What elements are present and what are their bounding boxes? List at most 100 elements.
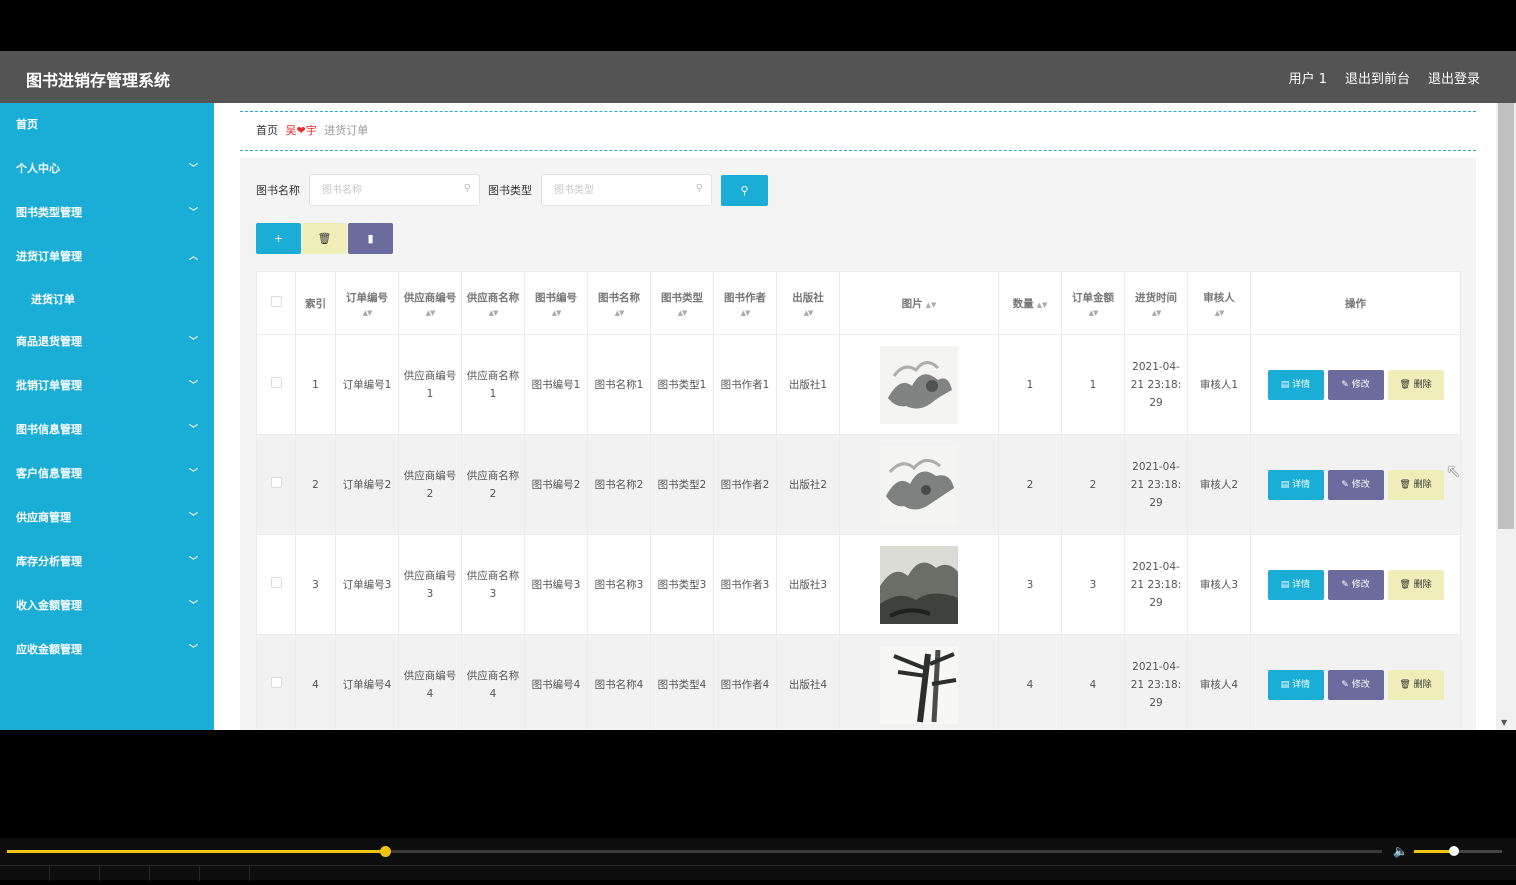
sidebar-item[interactable]: 个人中心 ﹀	[0, 147, 214, 191]
select-all-cell	[256, 271, 296, 335]
book-image	[880, 545, 958, 624]
sidebar-item[interactable]: 首页	[0, 103, 214, 147]
sidebar-item[interactable]: 图书类型管理 ﹀	[0, 191, 214, 235]
delete-button[interactable]: 🗑 删除	[1387, 369, 1444, 400]
detail-button[interactable]: ▤ 详情	[1267, 569, 1324, 600]
detail-button[interactable]: ▤ 详情	[1267, 669, 1324, 700]
column-header[interactable]: 图书编号 ▲▼	[524, 271, 588, 335]
sort-icon[interactable]: ▲▼	[529, 309, 583, 317]
row-checkbox[interactable]	[270, 476, 282, 488]
book-name-label: 图书名称	[256, 184, 300, 197]
row-checkbox[interactable]	[270, 676, 282, 688]
column-header[interactable]: 出版社 ▲▼	[776, 271, 840, 335]
delete-button[interactable]: 🗑 删除	[1387, 569, 1444, 600]
sort-icon[interactable]: ▲▼	[403, 309, 457, 317]
pencil-icon: ✎	[1341, 379, 1352, 390]
sort-icon[interactable]: ▲▼	[1066, 309, 1120, 317]
search-icon: ⚲	[695, 183, 703, 194]
sidebar-item[interactable]: 收入金额管理 ﹀	[0, 584, 214, 628]
book-type-input[interactable]	[542, 175, 692, 205]
sidebar-item-label: 批销订单管理	[16, 379, 82, 392]
volume-handle[interactable]	[1448, 846, 1459, 856]
detail-button[interactable]: ▤ 详情	[1267, 469, 1324, 500]
edit-label: 修改	[1351, 679, 1370, 690]
seek-track[interactable]	[7, 846, 1382, 857]
edit-button[interactable]: ✎ 修改	[1327, 569, 1384, 600]
batch-delete-button[interactable]: 🗑	[302, 223, 347, 254]
column-header[interactable]: 审核人 ▲▼	[1187, 271, 1251, 335]
seek-handle[interactable]	[380, 846, 392, 857]
sort-icon[interactable]: ▲▼	[1037, 301, 1048, 309]
delete-button[interactable]: 🗑 删除	[1387, 669, 1444, 700]
sort-icon[interactable]: ▲▼	[592, 309, 646, 317]
sidebar-item[interactable]: 客户信息管理 ﹀	[0, 452, 214, 496]
volume-track[interactable]	[1414, 846, 1502, 856]
sort-icon[interactable]: ▲▼	[1192, 309, 1246, 317]
column-header-label: 供应商编号	[403, 291, 457, 304]
search-button[interactable]: ⚲	[721, 174, 768, 206]
strip-cell	[50, 866, 100, 881]
vertical-scrollbar[interactable]: ▼	[1496, 103, 1516, 730]
sort-icon[interactable]: ▲▼	[781, 309, 835, 317]
table-row: 4 订单编号4 供应商编号4 供应商名称4 图书编号4 图书名称4 图书类型4 图书作者4 出版…	[256, 634, 1461, 730]
cell-publisher: 出版社4	[776, 634, 840, 730]
cell-publisher: 出版社2	[776, 434, 840, 535]
select-all-checkbox[interactable]	[270, 296, 282, 307]
column-header[interactable]: 图书类型 ▲▼	[650, 271, 714, 335]
cell-qty: 2	[998, 434, 1062, 535]
sort-icon[interactable]: ▲▼	[340, 309, 394, 317]
cell-supplier-no: 供应商编号1	[398, 334, 462, 435]
chevron-down-icon: ﹀	[188, 425, 198, 435]
column-header[interactable]: 供应商名称 ▲▼	[461, 271, 525, 335]
column-header[interactable]: 图片 ▲▼	[839, 271, 999, 335]
sort-icon[interactable]: ▲▼	[466, 309, 520, 317]
top-header: 图书进销存管理系统 用户 1 退出到前台 退出登录	[0, 51, 1516, 103]
column-header[interactable]: 供应商编号 ▲▼	[398, 271, 462, 335]
detail-button[interactable]: ▤ 详情	[1267, 369, 1324, 400]
cell-book-type: 图书类型4	[650, 634, 714, 730]
sidebar-item[interactable]: 应收金额管理 ﹀	[0, 628, 214, 672]
column-header[interactable]: 订单编号 ▲▼	[335, 271, 399, 335]
column-header[interactable]: 进货时间 ▲▼	[1124, 271, 1188, 335]
sort-icon[interactable]: ▲▼	[655, 309, 709, 317]
sidebar-item[interactable]: 进货订单	[0, 278, 214, 322]
sidebar-item[interactable]: 进货订单管理 ︿	[0, 235, 214, 279]
add-button[interactable]: +	[256, 223, 301, 254]
sidebar-item[interactable]: 库存分析管理 ﹀	[0, 540, 214, 584]
chevron-down-icon: ﹀	[188, 469, 198, 479]
plus-icon: +	[273, 232, 284, 245]
scroll-down-icon[interactable]: ▼	[1501, 718, 1507, 727]
edit-button[interactable]: ✎ 修改	[1327, 469, 1384, 500]
breadcrumb-current: 进货订单	[324, 124, 369, 137]
sort-icon[interactable]: ▲▼	[1129, 309, 1183, 317]
cell-index: 4	[295, 634, 336, 730]
column-header[interactable]: 数量 ▲▼	[998, 271, 1062, 335]
sidebar-item[interactable]: 商品退货管理 ﹀	[0, 320, 214, 364]
edit-button[interactable]: ✎ 修改	[1327, 669, 1384, 700]
sidebar-item-label: 进货订单	[31, 293, 75, 306]
exit-to-frontend-link[interactable]: 退出到前台	[1345, 68, 1410, 87]
sort-icon[interactable]: ▲▼	[926, 301, 937, 309]
statistics-button[interactable]: ▮	[348, 223, 393, 254]
delete-button[interactable]: 🗑 删除	[1387, 469, 1444, 500]
edit-button[interactable]: ✎ 修改	[1327, 369, 1384, 400]
sidebar-item[interactable]: 批销订单管理 ﹀	[0, 364, 214, 408]
volume-icon[interactable]: 🔈	[1393, 844, 1408, 858]
cell-operations: ▤ 详情 ✎ 修改 🗑 删除	[1250, 534, 1461, 635]
chevron-down-icon: ﹀	[188, 208, 198, 218]
scrollbar-thumb[interactable]	[1498, 103, 1514, 529]
sort-icon[interactable]: ▲▼	[718, 309, 772, 317]
sidebar-item[interactable]: 供应商管理 ﹀	[0, 496, 214, 540]
breadcrumb-home[interactable]: 首页	[256, 124, 278, 137]
strip-cell	[0, 866, 50, 881]
row-checkbox[interactable]	[270, 576, 282, 588]
column-header[interactable]: 图书名称 ▲▼	[587, 271, 651, 335]
book-name-input[interactable]	[310, 175, 460, 205]
app-window: 图书进销存管理系统 用户 1 退出到前台 退出登录 首页 个人中心 ﹀ 图书类型管理 ﹀…	[0, 51, 1516, 730]
column-header[interactable]: 订单金额 ▲▼	[1061, 271, 1125, 335]
logout-link[interactable]: 退出登录	[1428, 68, 1480, 87]
user-menu-link[interactable]: 用户 1	[1289, 68, 1327, 87]
row-checkbox[interactable]	[270, 376, 282, 388]
column-header[interactable]: 图书作者 ▲▼	[713, 271, 777, 335]
sidebar-item[interactable]: 图书信息管理 ﹀	[0, 408, 214, 452]
